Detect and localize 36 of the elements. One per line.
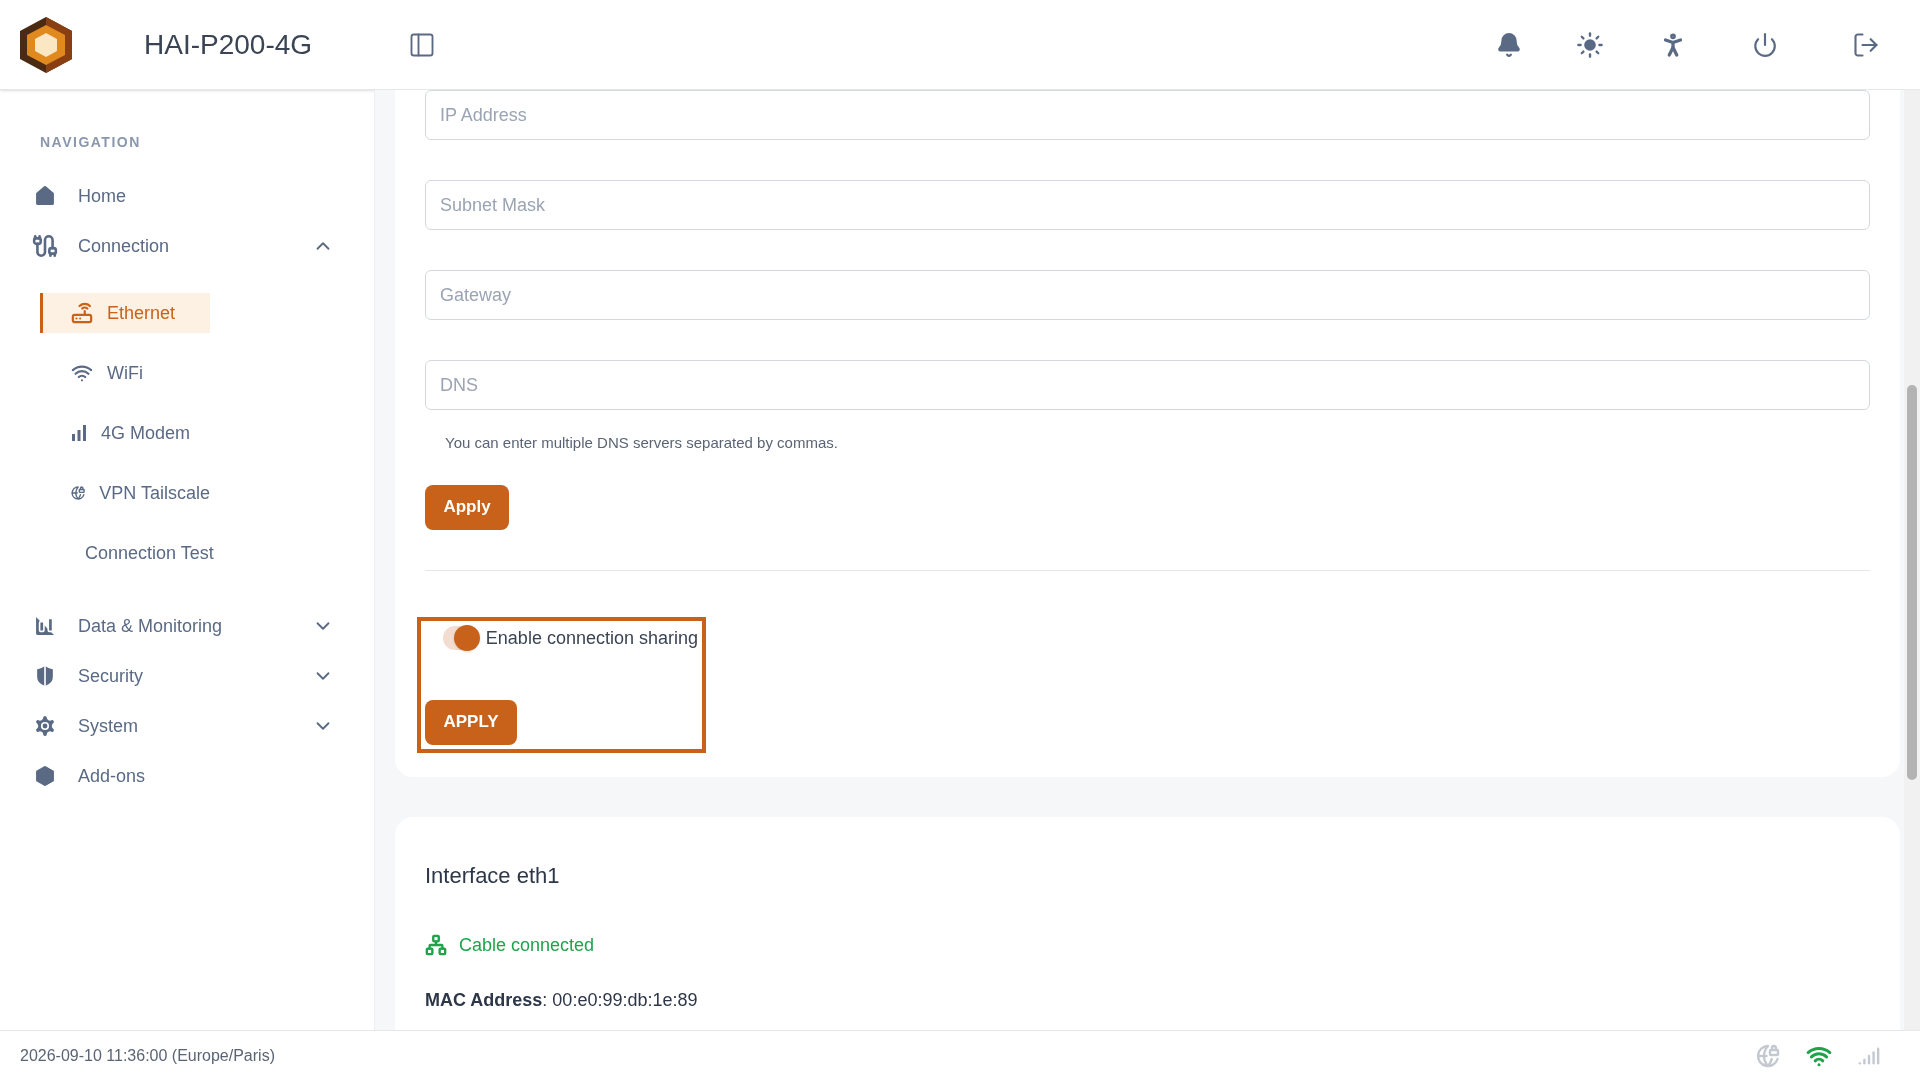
globe-lock-icon: [1756, 1043, 1780, 1068]
apply-button[interactable]: Apply: [425, 484, 509, 530]
input-field[interactable]: IP Address: [425, 90, 1870, 140]
nav-item[interactable]: Add-ons: [30, 751, 344, 801]
nav-item[interactable]: Data & Monitoring: [30, 601, 344, 651]
card-title: Interface eth1: [425, 861, 561, 890]
scrollbar[interactable]: [1904, 90, 1920, 1030]
nav-item[interactable]: Security: [30, 651, 344, 701]
signal-icon: [71, 425, 87, 441]
theme-button[interactable]: [1576, 30, 1604, 59]
nav-subitem[interactable]: 4G Modem: [40, 413, 210, 453]
section-heading: NAVIGATION: [40, 133, 142, 152]
input-field[interactable]: Gateway: [425, 270, 1870, 320]
status-text: Cable connected: [459, 933, 595, 957]
notifications-button[interactable]: [1496, 31, 1522, 58]
app-title: HAI-P200-4G: [144, 27, 313, 62]
toggle-label: Enable connection sharing: [485, 626, 698, 650]
nav-item[interactable]: System: [30, 701, 344, 751]
power-button[interactable]: [1752, 31, 1778, 58]
router-icon: [71, 302, 93, 324]
nav-subitem[interactable]: VPN Tailscale: [40, 473, 210, 513]
helper-text: You can enter multiple DNS servers separated by commas.: [445, 433, 839, 453]
nav-subitem[interactable]: Ethernet: [40, 293, 210, 333]
input-field[interactable]: Subnet Mask: [425, 180, 1870, 230]
nav-subitem[interactable]: WiFi: [40, 353, 210, 393]
logo-icon: [18, 14, 74, 75]
network-icon: [425, 934, 447, 956]
scrollbar-thumb[interactable]: [1907, 385, 1917, 780]
nav-item[interactable]: Connection: [30, 221, 344, 271]
apply-button[interactable]: APPLY: [425, 699, 517, 745]
input-field[interactable]: DNS: [425, 360, 1870, 410]
logout-button[interactable]: [1852, 30, 1880, 59]
date-time-text: 2026-09-10 11:36:00 (Europe/Paris): [20, 1045, 275, 1066]
nav-item[interactable]: Home: [30, 171, 344, 221]
cable-icon: [32, 233, 58, 259]
mac-address-text: MAC Address: 00:e0:99:db:1e:89: [425, 988, 699, 1012]
